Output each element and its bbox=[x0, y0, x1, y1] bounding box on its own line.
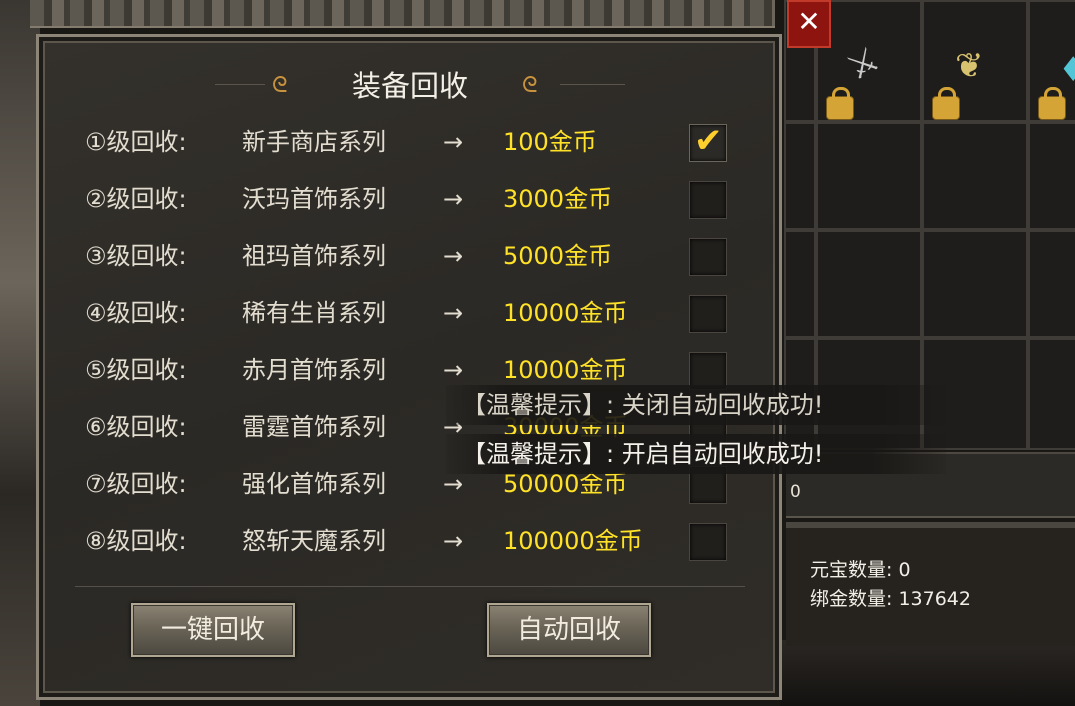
recycle-series-label: 祖玛首饰系列 bbox=[242, 242, 386, 270]
recycle-level-label: ②级回收: bbox=[85, 185, 187, 213]
checkmark-icon: ✔ bbox=[694, 121, 723, 161]
auto-recycle-button[interactable]: 自动回收 bbox=[487, 603, 651, 657]
recycle-row: ④级回收: 稀有生肖系列 → 10000金币 bbox=[85, 293, 735, 333]
recycle-reward-label: 5000金币 bbox=[503, 242, 613, 270]
recycle-series-label: 新手商店系列 bbox=[242, 128, 386, 156]
background-scenery bbox=[0, 0, 40, 706]
recycle-checkbox[interactable]: ✔ bbox=[689, 121, 727, 162]
title-divider bbox=[560, 84, 625, 85]
inventory-cell[interactable] bbox=[784, 230, 816, 338]
recycle-series-label: 强化首饰系列 bbox=[242, 470, 386, 498]
toast-message: 【温馨提示】: 开启自动回收成功! bbox=[446, 434, 946, 474]
recycle-row: ⑧级回收: 怒斩天魔系列 → 100000金币 bbox=[85, 521, 735, 561]
arrow-icon: → bbox=[443, 299, 464, 327]
arrow-icon: → bbox=[443, 356, 464, 384]
bind-gold-count: 绑金数量: 137642 bbox=[810, 588, 971, 610]
inventory-cell[interactable] bbox=[1028, 122, 1075, 230]
recycle-row: ⑤级回收: 赤月首饰系列 → 10000金币 bbox=[85, 350, 735, 390]
recycle-reward-label: 10000金币 bbox=[503, 356, 628, 384]
divider bbox=[75, 586, 745, 587]
inventory-cell[interactable] bbox=[784, 122, 816, 230]
inventory-bar-value: 0 bbox=[790, 482, 801, 502]
inventory-cell[interactable] bbox=[1028, 230, 1075, 338]
arrow-icon: → bbox=[443, 242, 464, 270]
recycle-reward-label: 100金币 bbox=[503, 128, 597, 156]
title-ornament-icon: ᘓ bbox=[522, 73, 538, 98]
inventory-cell[interactable] bbox=[922, 230, 1028, 338]
recycle-series-label: 怒斩天魔系列 bbox=[242, 527, 386, 555]
arrow-icon: → bbox=[443, 527, 464, 555]
one-click-recycle-button[interactable]: 一键回收 bbox=[131, 603, 295, 657]
arrow-icon: → bbox=[443, 128, 464, 156]
recycle-level-label: ④级回收: bbox=[85, 299, 187, 327]
recycle-series-label: 雷霆首饰系列 bbox=[242, 413, 386, 441]
inventory-cell[interactable] bbox=[1028, 338, 1075, 450]
recycle-level-label: ⑥级回收: bbox=[85, 413, 187, 441]
close-button[interactable]: ✕ bbox=[787, 0, 831, 48]
close-icon: ✕ bbox=[797, 5, 821, 38]
recycle-series-label: 稀有生肖系列 bbox=[242, 299, 386, 327]
yuanbao-count: 元宝数量: 0 bbox=[810, 559, 911, 581]
inventory-cell[interactable] bbox=[816, 122, 922, 230]
title-divider bbox=[215, 84, 265, 85]
recycle-level-label: ⑤级回收: bbox=[85, 356, 187, 384]
inventory-cell[interactable] bbox=[922, 122, 1028, 230]
recycle-checkbox[interactable] bbox=[689, 523, 727, 561]
inventory-grid bbox=[784, 0, 1075, 450]
recycle-checkbox[interactable] bbox=[689, 238, 727, 276]
necklace-item-icon[interactable]: ❦ bbox=[955, 46, 984, 86]
gem-item-icon[interactable]: ♦ bbox=[1058, 50, 1075, 90]
recycle-series-label: 赤月首饰系列 bbox=[242, 356, 386, 384]
recycle-reward-label: 10000金币 bbox=[503, 299, 628, 327]
background-floor bbox=[780, 640, 1075, 706]
recycle-level-label: ③级回收: bbox=[85, 242, 187, 270]
recycle-reward-label: 100000金币 bbox=[503, 527, 643, 555]
lock-icon bbox=[932, 87, 960, 120]
recycle-reward-label: 3000金币 bbox=[503, 185, 613, 213]
recycle-level-label: ①级回收: bbox=[85, 128, 187, 156]
recycle-row: ①级回收: 新手商店系列 → 100金币 ✔ bbox=[85, 121, 735, 162]
recycle-checkbox[interactable] bbox=[689, 181, 727, 219]
currency-panel bbox=[786, 522, 1075, 646]
top-ornamental-border bbox=[30, 0, 775, 28]
inventory-cell[interactable] bbox=[816, 230, 922, 338]
title-ornament-icon: ᘓ bbox=[272, 73, 288, 98]
recycle-checkbox[interactable] bbox=[689, 295, 727, 333]
recycle-row: ③级回收: 祖玛首饰系列 → 5000金币 bbox=[85, 236, 735, 276]
recycle-level-label: ⑦级回收: bbox=[85, 470, 187, 498]
recycle-row: ②级回收: 沃玛首饰系列 → 3000金币 bbox=[85, 179, 735, 219]
toast-message: 【温馨提示】: 关闭自动回收成功! bbox=[446, 385, 946, 425]
lock-icon bbox=[1038, 87, 1066, 120]
recycle-level-label: ⑧级回收: bbox=[85, 527, 187, 555]
lock-icon bbox=[826, 87, 854, 120]
arrow-icon: → bbox=[443, 185, 464, 213]
panel-title: 装备回收 bbox=[351, 69, 468, 103]
recycle-series-label: 沃玛首饰系列 bbox=[242, 185, 386, 213]
